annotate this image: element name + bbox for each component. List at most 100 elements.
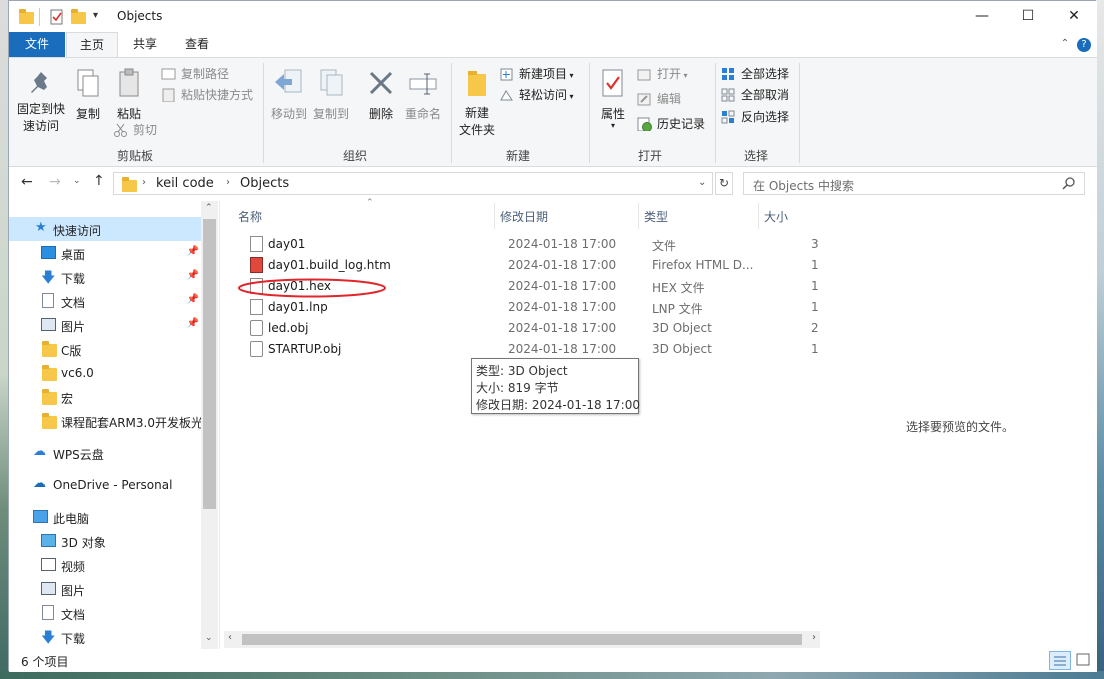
nav-this-pc[interactable]: 此电脑: [9, 505, 201, 529]
details-view-icon[interactable]: [1049, 651, 1071, 670]
refresh-icon[interactable]: ↻: [715, 172, 733, 195]
nav-folder-course[interactable]: 课程配套ARM3.0开发板光: [9, 409, 201, 433]
table-row[interactable]: day01.lnp 2024-01-18 17:00 LNP 文件 1 K: [236, 297, 830, 318]
tab-home[interactable]: 主页: [66, 32, 118, 57]
edit-button[interactable]: 编辑: [637, 89, 681, 109]
nav-wps-cloud[interactable]: ☁ WPS云盘: [9, 441, 201, 465]
collapse-ribbon-icon[interactable]: ⌃: [1057, 32, 1073, 57]
nav-pc-pictures[interactable]: 图片: [9, 577, 201, 601]
table-row[interactable]: STARTUP.obj 2024-01-18 17:00 3D Object 1…: [236, 339, 830, 360]
customize-quick-access-icon[interactable]: ▾: [93, 10, 98, 28]
scroll-up-icon[interactable]: ⌃: [205, 203, 213, 213]
column-header-name[interactable]: 名称: [238, 208, 262, 225]
nav-scrollbar[interactable]: ⌃ ⌄: [201, 201, 218, 649]
search-input[interactable]: 在 Objects 中搜索: [753, 177, 854, 194]
table-row[interactable]: day01.build_log.htm 2024-01-18 17:00 Fir…: [236, 255, 830, 276]
select-none-button[interactable]: 全部取消: [721, 85, 789, 105]
cut-button[interactable]: 剪切: [113, 120, 157, 140]
column-header-date[interactable]: 修改日期: [500, 208, 548, 225]
copy-to-button[interactable]: 复制到: [311, 68, 351, 122]
horizontal-scrollbar-thumb[interactable]: [242, 634, 802, 645]
select-all-button[interactable]: 全部选择: [721, 64, 789, 84]
new-item-icon: [500, 68, 513, 81]
file-icon: [250, 236, 263, 252]
nav-downloads[interactable]: 🡇 下载 📌: [9, 265, 201, 289]
divider[interactable]: [494, 203, 495, 229]
cloud-icon: ☁: [33, 444, 46, 459]
move-to-button[interactable]: 移动到: [269, 68, 309, 122]
nav-quick-access[interactable]: ★ 快速访问: [9, 217, 201, 241]
nav-pc-documents[interactable]: 文档: [9, 601, 201, 625]
breadcrumb-keil-code[interactable]: keil code: [156, 176, 214, 191]
recent-locations-icon[interactable]: ⌄: [73, 176, 81, 186]
invert-selection-button[interactable]: 反向选择: [721, 107, 789, 127]
column-header-size[interactable]: 大小: [764, 208, 788, 225]
large-icons-view-icon[interactable]: [1073, 651, 1095, 670]
history-button[interactable]: 历史记录: [637, 114, 705, 134]
paste-button[interactable]: 粘贴: [111, 68, 147, 122]
onedrive-cloud-icon: ☁: [33, 476, 46, 491]
chevron-right-icon[interactable]: ›: [226, 177, 230, 188]
scroll-left-icon[interactable]: ‹: [228, 632, 232, 643]
pin-quick-access-button[interactable]: 固定到快 速访问: [15, 68, 67, 135]
tab-file[interactable]: 文件: [9, 32, 65, 57]
pin-icon[interactable]: 📌: [187, 294, 199, 305]
scroll-down-icon[interactable]: ⌄: [205, 633, 213, 643]
minimize-button[interactable]: —: [959, 1, 1005, 32]
tab-share[interactable]: 共享: [119, 32, 171, 57]
easy-access-button[interactable]: 轻松访问 ▾: [499, 85, 574, 105]
address-bar[interactable]: › keil code › Objects ⌄: [113, 172, 713, 195]
copy-button[interactable]: 复制: [71, 68, 105, 122]
breadcrumb-objects[interactable]: Objects: [240, 176, 289, 191]
up-arrow-icon[interactable]: ↑: [93, 173, 105, 189]
rename-button[interactable]: 重命名: [401, 68, 445, 122]
nav-desktop[interactable]: 桌面 📌: [9, 241, 201, 265]
nav-folder-vc6[interactable]: vc6.0: [9, 361, 201, 385]
close-button[interactable]: ✕: [1051, 1, 1097, 32]
nav-onedrive[interactable]: ☁ OneDrive - Personal: [9, 473, 201, 497]
divider[interactable]: [638, 203, 639, 229]
easy-access-icon: [500, 90, 513, 101]
scroll-right-icon[interactable]: ›: [812, 632, 816, 643]
divider[interactable]: [758, 203, 759, 229]
3d-object-icon: [250, 320, 263, 336]
forward-arrow-icon[interactable]: →: [49, 174, 61, 190]
delete-button[interactable]: 删除: [363, 68, 399, 122]
pin-icon[interactable]: 📌: [187, 246, 199, 257]
nav-videos[interactable]: 视频: [9, 553, 201, 577]
folder-icon: [42, 341, 57, 357]
status-bar: 6 个项目: [9, 649, 1097, 672]
properties-quick-icon[interactable]: [49, 8, 65, 26]
open-button[interactable]: 打开 ▾: [637, 64, 688, 84]
maximize-button[interactable]: ☐: [1005, 1, 1051, 32]
nav-folder-macro[interactable]: 宏: [9, 385, 201, 409]
help-icon[interactable]: ?: [1077, 38, 1091, 52]
table-row[interactable]: day01 2024-01-18 17:00 文件 3 K: [236, 234, 830, 255]
preview-message: 选择要预览的文件。: [906, 420, 1015, 434]
new-folder-button[interactable]: 新建 文件夹: [455, 68, 499, 139]
tooltip-type: 类型: 3D Object: [476, 364, 568, 378]
horizontal-scrollbar[interactable]: ‹ ›: [224, 631, 820, 648]
history-icon: [637, 117, 652, 131]
tab-view[interactable]: 查看: [171, 32, 223, 57]
back-arrow-icon[interactable]: ←: [21, 174, 33, 190]
nav-scrollbar-thumb[interactable]: [203, 219, 216, 509]
nav-folder-c[interactable]: C版: [9, 337, 201, 361]
nav-pc-downloads[interactable]: 🡇 下载: [9, 625, 201, 649]
new-item-button[interactable]: 新建项目 ▾: [499, 64, 574, 84]
search-box[interactable]: 在 Objects 中搜索: [743, 172, 1085, 195]
chevron-right-icon[interactable]: ›: [142, 177, 146, 188]
nav-documents[interactable]: 文档 📌: [9, 289, 201, 313]
folder-icon: [42, 389, 57, 405]
column-header-type[interactable]: 类型: [644, 208, 668, 225]
nav-3d-objects[interactable]: 3D 对象: [9, 529, 201, 553]
nav-pictures[interactable]: 图片 📌: [9, 313, 201, 337]
address-dropdown-icon[interactable]: ⌄: [698, 177, 706, 188]
pin-icon[interactable]: 📌: [187, 318, 199, 329]
table-row[interactable]: led.obj 2024-01-18 17:00 3D Object 2 K: [236, 318, 830, 339]
sort-ascending-icon: ⌃: [366, 198, 374, 208]
pin-icon[interactable]: 📌: [187, 270, 199, 281]
copy-path-button[interactable]: 复制路径: [161, 64, 229, 84]
properties-button[interactable]: 属性 ▾: [593, 68, 633, 130]
paste-shortcut-button[interactable]: 粘贴快捷方式: [161, 85, 253, 105]
